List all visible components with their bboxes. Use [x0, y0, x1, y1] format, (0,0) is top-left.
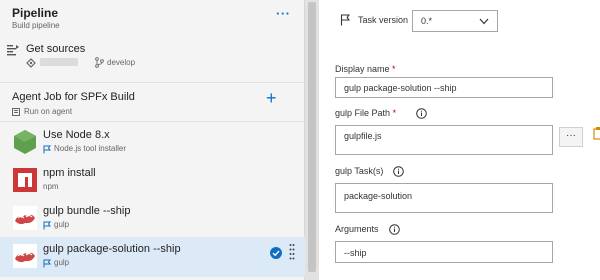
- task-subtitle: gulp: [54, 220, 70, 229]
- gulp-tasks-label: gulp Task(s): [335, 166, 384, 176]
- branch-icon: [95, 57, 104, 68]
- pipeline-subtitle: Build pipeline: [12, 21, 60, 30]
- agent-job-subtitle: Run on agent: [24, 107, 73, 116]
- task-subtitle: Node.js tool installer: [54, 144, 127, 153]
- display-name-label: Display name *: [335, 64, 396, 74]
- pipeline-more-button[interactable]: ···: [276, 6, 291, 21]
- task-title: Use Node 8.x: [43, 129, 110, 141]
- nodejs-icon: [14, 130, 36, 154]
- get-sources-item[interactable]: Get sources develop: [0, 35, 305, 81]
- agent-icon: [12, 108, 20, 116]
- task-subtitle: gulp: [54, 258, 70, 267]
- task-item[interactable]: gulp bundle --ship gulp: [0, 199, 305, 239]
- add-task-button[interactable]: +: [266, 89, 277, 107]
- drag-handle-icon[interactable]: [289, 243, 295, 261]
- enabled-check-icon: [270, 247, 282, 259]
- chevron-down-icon: [479, 18, 489, 25]
- browse-button[interactable]: ···: [559, 127, 583, 147]
- flag-icon: [43, 259, 51, 268]
- clipboard-icon[interactable]: [593, 126, 600, 142]
- task-item[interactable]: Use Node 8.x Node.js tool installer: [0, 123, 305, 163]
- agent-job-item[interactable]: Agent Job for SPFx Build Run on agent +: [0, 82, 305, 122]
- info-icon[interactable]: [416, 108, 427, 119]
- arguments-label: Arguments: [335, 224, 379, 234]
- gulp-file-path-input[interactable]: gulpfile.js: [335, 125, 553, 155]
- gulp-tasks-input[interactable]: package-solution: [335, 183, 553, 213]
- task-version-label: Task version: [358, 15, 409, 25]
- gulp-file-path-label: gulp File Path *: [335, 108, 397, 118]
- pipeline-title: Pipeline: [12, 6, 59, 20]
- arguments-value: --ship: [344, 248, 367, 258]
- left-panel-scrollbar[interactable]: [305, 0, 319, 280]
- flag-icon: [340, 14, 350, 26]
- flag-icon: [43, 145, 51, 154]
- gulp-file-path-value: gulpfile.js: [344, 131, 382, 141]
- task-title: gulp bundle --ship: [43, 205, 131, 217]
- repository-name-redacted: [40, 58, 78, 66]
- gulp-icon: [13, 244, 37, 268]
- display-name-input[interactable]: gulp package-solution --ship: [335, 77, 553, 98]
- gulp-icon: [13, 206, 37, 230]
- get-sources-title: Get sources: [26, 43, 86, 55]
- flag-icon: [43, 221, 51, 230]
- agent-job-title: Agent Job for SPFx Build: [12, 91, 135, 103]
- task-version-value: 0.*: [421, 16, 433, 26]
- display-name-value: gulp package-solution --ship: [344, 83, 457, 93]
- npm-icon: [13, 168, 37, 192]
- pipeline-panel: Pipeline Build pipeline ··· Get sources …: [0, 0, 305, 280]
- task-title: npm install: [43, 167, 96, 179]
- task-title: gulp package-solution --ship: [43, 243, 181, 255]
- branch-name: develop: [107, 58, 136, 67]
- info-icon[interactable]: [393, 166, 404, 177]
- repository-icon: [26, 58, 36, 68]
- task-item[interactable]: npm install npm: [0, 161, 305, 201]
- scrollbar-thumb[interactable]: [308, 2, 316, 272]
- task-subtitle: npm: [43, 182, 59, 191]
- task-version-select[interactable]: 0.*: [412, 10, 498, 32]
- arguments-input[interactable]: --ship: [335, 241, 553, 263]
- gulp-tasks-value: package-solution: [344, 191, 413, 201]
- info-icon[interactable]: [389, 224, 400, 235]
- get-sources-icon: [7, 45, 19, 56]
- task-item-selected[interactable]: gulp package-solution --ship gulp: [0, 237, 305, 277]
